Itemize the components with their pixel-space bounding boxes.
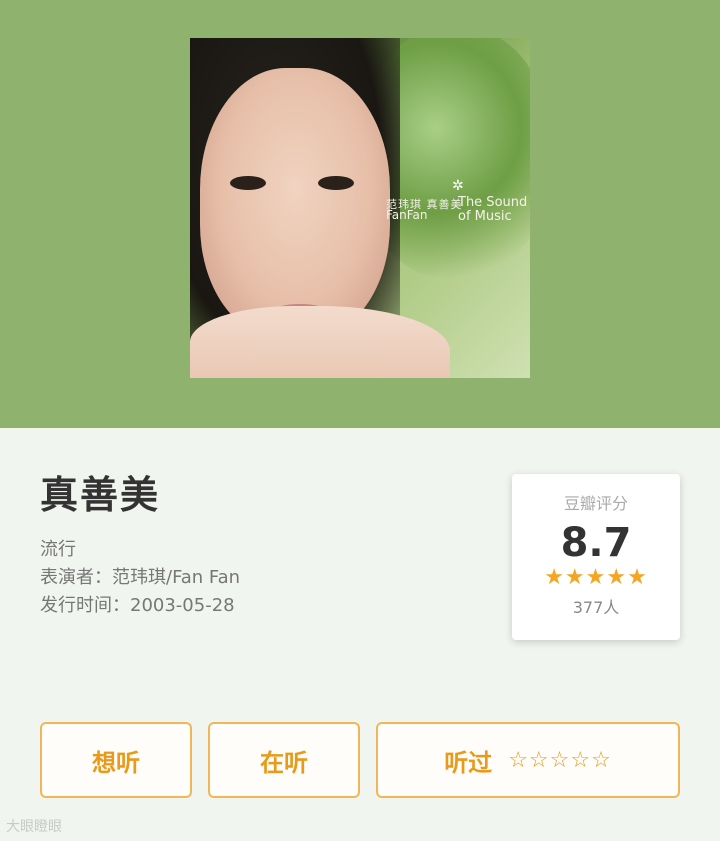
album-title: 真善美 [40,473,161,517]
empty-star-rating-icon[interactable]: ☆☆☆☆☆ [508,748,612,773]
listened-button[interactable]: 听过 ☆☆☆☆☆ [376,722,680,798]
cover-hand [190,306,450,378]
album-performer[interactable]: 表演者：范玮琪/Fan Fan [40,564,240,592]
cover-title-en: FanFan [386,208,428,222]
flower-icon: ✲ [452,178,464,194]
rating-count: 377人 [572,598,620,617]
cover-face [200,68,390,338]
star-rating-icon: ★★★★★ [544,565,648,590]
album-genre: 流行 [40,539,76,560]
want-to-listen-label: 想听 [92,748,140,777]
rating-score: 8.7 [560,520,632,566]
cover-eye-left [230,176,266,190]
douban-rating-card[interactable]: 豆瓣评分 8.7 ★★★★★ 377人 [512,474,680,640]
album-release-date: 发行时间：2003-05-28 [40,595,235,616]
cover-eye-right [318,176,354,190]
listening-label: 在听 [260,748,308,777]
cover-header: ✲ 范玮琪 真善美 FanFan The Sound of Music [0,0,720,428]
rating-label: 豆瓣评分 [563,494,628,513]
album-info: 真善美 流行 表演者：范玮琪/Fan Fan 发行时间：2003-05-28 [40,470,240,620]
rating-stars: ★★★★★ [512,566,680,590]
cover-subtitle: The Sound of Music [458,195,528,224]
listening-button[interactable]: 在听 [208,722,360,798]
album-cover[interactable]: ✲ 范玮琪 真善美 FanFan The Sound of Music [190,38,530,378]
watermark: 大眼瞪眼 [6,819,62,835]
want-to-listen-button[interactable]: 想听 [40,722,192,798]
album-meta: 流行 表演者：范玮琪/Fan Fan 发行时间：2003-05-28 [40,536,240,620]
listened-label: 听过 [444,748,493,777]
